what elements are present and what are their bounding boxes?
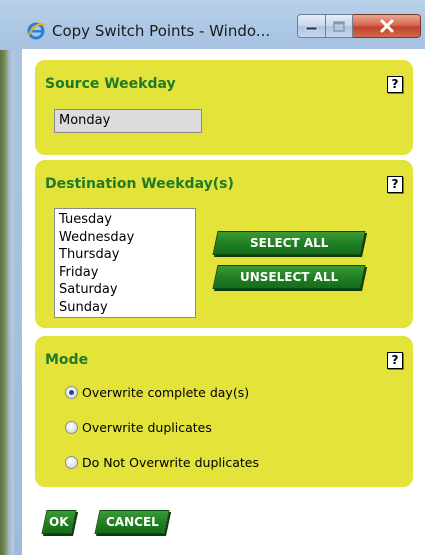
- maximize-icon: [333, 20, 345, 32]
- close-icon: [380, 19, 393, 33]
- ok-button[interactable]: OK: [41, 510, 77, 534]
- destination-weekdays-title: Destination Weekday(s): [45, 176, 234, 192]
- close-button[interactable]: [353, 14, 421, 38]
- dialog-content: Source Weekday ? Monday Destination Week…: [22, 49, 425, 555]
- mode-title: Mode: [45, 352, 89, 368]
- list-item[interactable]: Wednesday: [59, 229, 191, 247]
- cancel-label: CANCEL: [105, 515, 159, 529]
- destination-weekdays-panel: Destination Weekday(s) ? Tuesday Wednesd…: [35, 160, 413, 328]
- select-all-button[interactable]: SELECT ALL: [212, 231, 366, 255]
- minimize-button[interactable]: [297, 14, 326, 38]
- radio-label: Overwrite duplicates: [82, 419, 212, 435]
- source-weekday-panel: Source Weekday ? Monday: [35, 60, 413, 155]
- maximize-button[interactable]: [326, 14, 353, 38]
- dialog-window: Copy Switch Points - Windo... Source Wee…: [0, 0, 425, 555]
- ok-label: OK: [49, 515, 69, 529]
- mode-option-do-not-overwrite[interactable]: Do Not Overwrite duplicates: [65, 453, 259, 471]
- select-all-label: SELECT ALL: [249, 236, 329, 250]
- help-icon[interactable]: ?: [387, 76, 403, 93]
- unselect-all-label: UNSELECT ALL: [239, 270, 339, 284]
- unselect-all-button[interactable]: UNSELECT ALL: [212, 265, 366, 289]
- radio-button[interactable]: [65, 385, 78, 399]
- background-window-edge: [0, 50, 14, 555]
- window-title: Copy Switch Points - Windo...: [52, 22, 271, 40]
- list-item[interactable]: Sunday: [59, 299, 191, 317]
- help-icon[interactable]: ?: [387, 176, 403, 193]
- mode-option-overwrite-complete[interactable]: Overwrite complete day(s): [65, 383, 249, 401]
- radio-button[interactable]: [65, 420, 78, 434]
- mode-option-overwrite-duplicates[interactable]: Overwrite duplicates: [65, 418, 212, 436]
- internet-explorer-icon: [27, 22, 46, 40]
- radio-button[interactable]: [65, 455, 78, 469]
- mode-panel: Mode ? Overwrite complete day(s) Overwri…: [35, 336, 413, 487]
- destination-days-listbox[interactable]: Tuesday Wednesday Thursday Friday Saturd…: [54, 208, 196, 318]
- list-item[interactable]: Tuesday: [59, 211, 191, 229]
- radio-label: Overwrite complete day(s): [82, 384, 250, 400]
- minimize-icon: [305, 26, 317, 31]
- radio-label: Do Not Overwrite duplicates: [82, 454, 259, 470]
- source-weekday-field: Monday: [54, 109, 202, 133]
- source-weekday-title: Source Weekday: [45, 76, 176, 92]
- list-item[interactable]: Friday: [59, 264, 191, 282]
- window-controls: [297, 14, 421, 38]
- list-item[interactable]: Saturday: [59, 281, 191, 299]
- help-icon[interactable]: ?: [387, 352, 403, 369]
- list-item[interactable]: Thursday: [59, 246, 191, 264]
- cancel-button[interactable]: CANCEL: [94, 510, 170, 534]
